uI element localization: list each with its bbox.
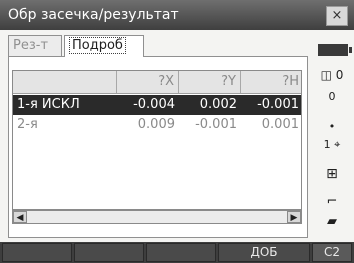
add-button[interactable]: ДОБ [218, 243, 310, 262]
laser-status: ◫ 0 [312, 68, 352, 82]
dot-icon: • [328, 120, 336, 133]
row-dy-value: -0.001 [195, 117, 237, 132]
laser-value: 0 [335, 68, 344, 82]
window-title: Обр засечка/результат [8, 7, 179, 23]
tab-result[interactable]: Рез-т [8, 35, 62, 57]
tilt-value: 1 [323, 138, 331, 151]
tab-details-label: Подроб [69, 37, 126, 54]
table-row[interactable]: 1-я ИСКЛ -0.004 0.002 -0.001 [13, 95, 301, 115]
prism-constant: 0 [312, 90, 352, 103]
horizontal-scrollbar[interactable]: ◀ ▶ [12, 210, 302, 224]
laser-icon: ◫ [320, 68, 332, 82]
row-dx-value: -0.004 [133, 97, 175, 112]
table-header: ?X ?Y ?H [13, 71, 301, 94]
results-table[interactable]: ?X ?Y ?H 1-я ИСКЛ -0.004 0.002 -0.001 2-… [12, 70, 302, 210]
scroll-left-icon[interactable]: ◀ [13, 211, 27, 223]
status-panel: ◫ 0 0 • 1 ⌖ ⊞ ⌐ ▰ [312, 36, 354, 240]
close-button[interactable]: × [326, 6, 348, 26]
header-dy: ?Y [179, 71, 241, 93]
header-dh: ?H [282, 74, 299, 89]
row-point-name: 2-я [17, 117, 38, 132]
row-dh-value: 0.001 [261, 117, 299, 132]
softkey-3[interactable] [146, 243, 216, 262]
page-c2-button[interactable]: С2 [312, 243, 352, 262]
title-bar: Обр засечка/результат × [0, 0, 354, 30]
softkey-1[interactable] [2, 243, 72, 262]
tab-result-label: Рез-т [13, 38, 49, 53]
row-dx-value: 0.009 [137, 117, 175, 132]
target-icon[interactable]: ⊞ [312, 166, 352, 182]
tab-details[interactable]: Подроб [64, 35, 144, 57]
row-dy-value: 0.002 [199, 97, 237, 112]
tilt-icon: ⌖ [334, 138, 341, 151]
tilt-status: 1 ⌖ [312, 138, 352, 152]
prism-constant-value: 0 [328, 90, 336, 103]
row-dh-value: -0.001 [257, 97, 299, 112]
header-point [13, 71, 117, 93]
row-point-name: 1-я ИСКЛ [17, 97, 80, 112]
function-key-bar: ДОБ С2 [0, 242, 354, 263]
card-icon[interactable]: ▰ [312, 214, 352, 229]
battery-icon [318, 44, 352, 56]
bluetooth-icon[interactable]: ⌐ [312, 194, 352, 209]
softkey-2[interactable] [74, 243, 144, 262]
table-row[interactable]: 2-я 0.009 -0.001 0.001 [13, 115, 301, 135]
scroll-right-icon[interactable]: ▶ [287, 211, 301, 223]
header-dx: ?X [117, 71, 179, 93]
